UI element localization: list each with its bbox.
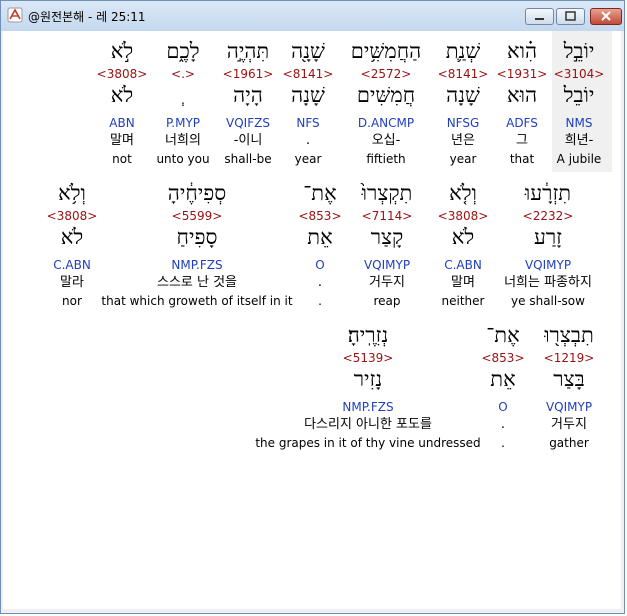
app-icon (7, 7, 23, 23)
strong-number[interactable]: <3808> (3, 209, 242, 223)
hebrew-word: לֹ֣א (110, 39, 134, 63)
strong-number[interactable]: <3808> (3, 67, 292, 81)
lemma-word: לֹא (60, 225, 84, 249)
english-gloss: not (112, 152, 132, 166)
parsing-code: ABN (109, 116, 135, 130)
app-window: @원전본해 - 레 25:11 יוֹבֵ֣ל <3104> יוֹבֵל NMS 희년… (0, 0, 625, 614)
lemma-word: נָזִיר (353, 367, 383, 391)
window-title: @원전본해 - 레 25:11 (28, 10, 146, 24)
close-button[interactable] (590, 8, 622, 25)
english-gloss: the grapes in it of thy vine undressed (255, 436, 481, 450)
minimize-icon (535, 18, 544, 20)
strong-number[interactable]: <5139> (198, 351, 538, 365)
parsing-code: NMP.FZS (342, 400, 394, 414)
maximize-icon (565, 11, 576, 21)
minimize-button[interactable] (525, 8, 554, 25)
hebrew-word: וְלֹ֥א (58, 181, 86, 205)
title-bar[interactable]: @원전본해 - 레 25:11 (1, 1, 624, 31)
interlinear-view: יוֹבֵ֣ל <3104> יוֹבֵל NMS 희년- A jubile הִ֗וא <1… (3, 31, 621, 609)
korean-gloss: 다스리지 아니한 포도를 (304, 417, 432, 432)
korean-gloss: 말라 (60, 275, 84, 290)
parsing-code: C.ABN (53, 258, 91, 272)
english-gloss: nor (62, 294, 82, 308)
korean-gloss: 말며 (110, 133, 134, 148)
lemma-word: לֹא (110, 83, 134, 107)
close-icon (601, 11, 611, 21)
maximize-button[interactable] (556, 8, 585, 25)
hebrew-word: נְזִרֶֽיהָ׃ (347, 323, 389, 347)
